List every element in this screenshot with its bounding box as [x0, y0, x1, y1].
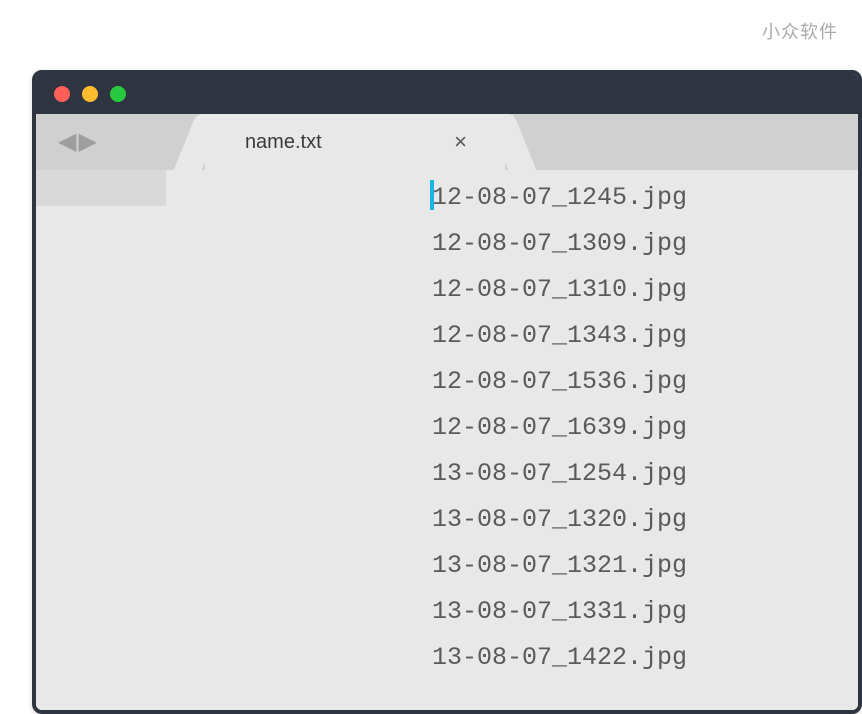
- text-line[interactable]: 13-08-07_1331.jpg: [166, 588, 858, 634]
- text-line[interactable]: 12-08-07_1245.jpg: [166, 174, 858, 220]
- text-line[interactable]: 13-08-07_1254.jpg: [166, 450, 858, 496]
- window-minimize-button[interactable]: [82, 86, 98, 102]
- line-text: 12-08-07_1309.jpg: [432, 229, 687, 258]
- line-text: 12-08-07_1310.jpg: [432, 275, 687, 304]
- line-text: 13-08-07_1422.jpg: [432, 643, 687, 672]
- file-tab[interactable]: name.txt ×: [205, 114, 505, 170]
- gutter-active-line: [36, 170, 166, 206]
- window-close-button[interactable]: [54, 86, 70, 102]
- line-text: 13-08-07_1320.jpg: [432, 505, 687, 534]
- tab-nav-arrows: ◀ ▶: [36, 114, 115, 170]
- line-text: 12-08-07_1343.jpg: [432, 321, 687, 350]
- gutter-column: [36, 170, 166, 710]
- text-line[interactable]: 13-08-07_1321.jpg: [166, 542, 858, 588]
- watermark-text: 小众软件: [762, 18, 838, 44]
- tab-strip: ◀ ▶ name.txt ×: [36, 114, 858, 170]
- text-line[interactable]: 12-08-07_1309.jpg: [166, 220, 858, 266]
- close-icon[interactable]: ×: [446, 125, 475, 159]
- line-text: 12-08-07_1536.jpg: [432, 367, 687, 396]
- text-line[interactable]: 13-08-07_1422.jpg: [166, 634, 858, 680]
- line-text: 12-08-07_1245.jpg: [432, 183, 687, 212]
- text-line[interactable]: 12-08-07_1343.jpg: [166, 312, 858, 358]
- line-text: 13-08-07_1331.jpg: [432, 597, 687, 626]
- window-titlebar: [36, 74, 858, 114]
- nav-back-icon[interactable]: ◀: [58, 130, 76, 154]
- line-text: 12-08-07_1639.jpg: [432, 413, 687, 442]
- text-line[interactable]: 13-08-07_1320.jpg: [166, 496, 858, 542]
- window-zoom-button[interactable]: [110, 86, 126, 102]
- editor-window: ◀ ▶ name.txt × 12-08-07_1245.jpg 12-08-0…: [32, 70, 862, 714]
- text-line[interactable]: 12-08-07_1536.jpg: [166, 358, 858, 404]
- text-cursor: [430, 180, 434, 210]
- editor-area[interactable]: 12-08-07_1245.jpg 12-08-07_1309.jpg 12-0…: [36, 170, 858, 710]
- text-line[interactable]: 12-08-07_1310.jpg: [166, 266, 858, 312]
- editor-content[interactable]: 12-08-07_1245.jpg 12-08-07_1309.jpg 12-0…: [166, 170, 858, 710]
- file-tab-label: name.txt: [245, 131, 446, 154]
- text-line[interactable]: 12-08-07_1639.jpg: [166, 404, 858, 450]
- line-text: 13-08-07_1254.jpg: [432, 459, 687, 488]
- line-text: 13-08-07_1321.jpg: [432, 551, 687, 580]
- nav-forward-icon[interactable]: ▶: [78, 130, 96, 154]
